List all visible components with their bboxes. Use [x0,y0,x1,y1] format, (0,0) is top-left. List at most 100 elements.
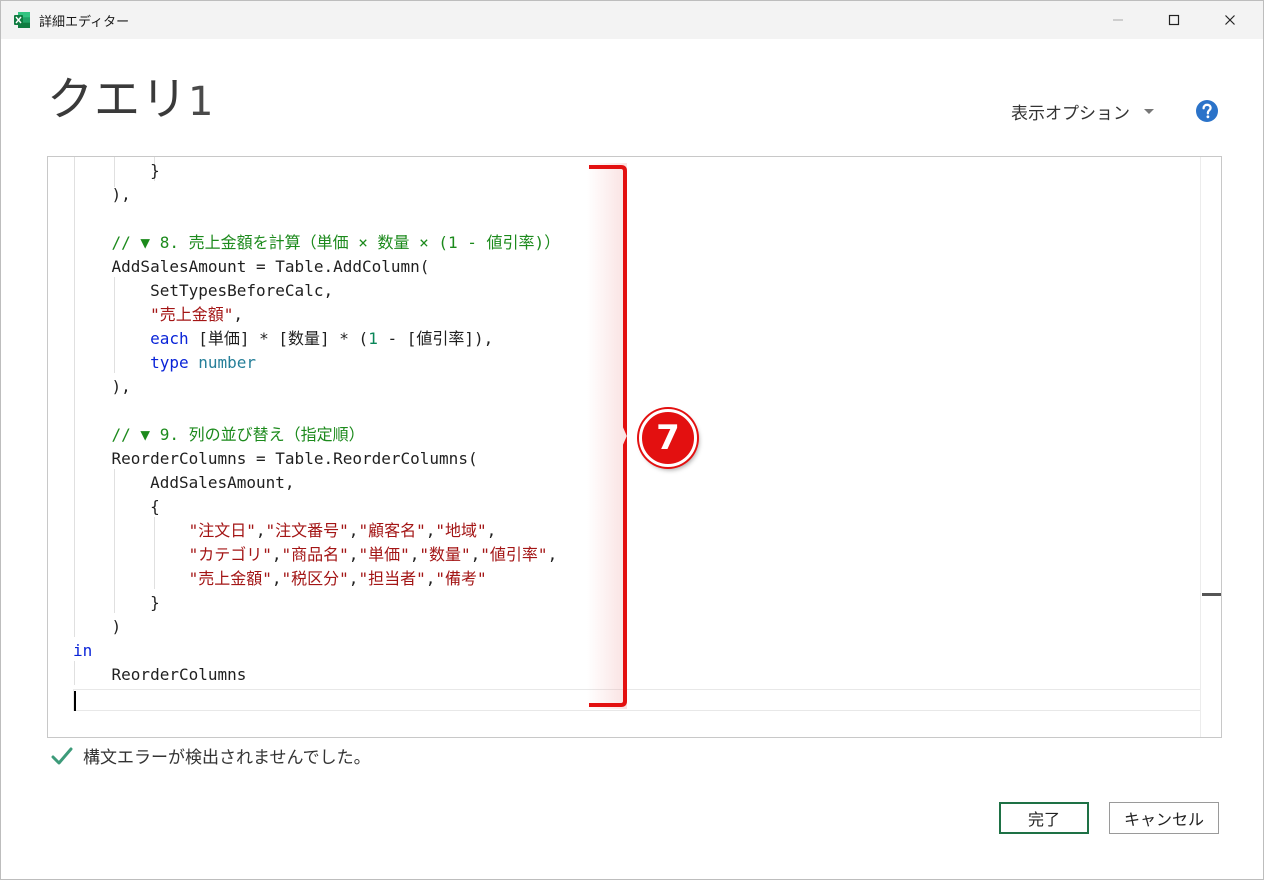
maximize-icon [1168,14,1180,26]
code-token: , [271,545,282,564]
code-token: "注文番号" [265,521,349,540]
code-token: } [150,593,160,612]
maximize-button[interactable] [1151,1,1197,39]
code-line[interactable]: "注文日","注文番号","顧客名","地域", [73,519,560,543]
code-token: ), [111,185,131,204]
code-token: [単価] * [数量] * ( [188,329,369,348]
code-token: , [409,545,420,564]
done-button[interactable]: 完了 [999,802,1089,834]
title-bar[interactable]: 詳細エディター [1,1,1263,39]
query-title-number: 1 [188,79,215,125]
code-line[interactable]: } [73,159,560,183]
code-token: "カテゴリ" [188,545,272,564]
code-line[interactable]: "売上金額", [73,303,560,327]
code-token: AddSalesAmount, [150,473,295,492]
display-options-dropdown[interactable]: 表示オプション [1011,99,1154,124]
code-token: in [73,641,93,660]
code-token: "単価" [358,545,410,564]
vertical-scrollbar[interactable] [1200,157,1221,737]
code-token: , [547,545,558,564]
code-line[interactable]: each [単価] * [数量] * (1 - [値引率]), [73,327,560,351]
code-token: , [470,545,481,564]
annotation-bracket [589,165,627,707]
code-line[interactable]: AddSalesAmount, [73,471,560,495]
close-icon [1225,15,1235,25]
code-line[interactable]: "カテゴリ","商品名","単価","数量","値引率", [73,543,560,567]
code-token: ) [111,617,122,636]
syntax-status: 構文エラーが検出されませんでした。 [51,743,371,768]
code-line[interactable]: ReorderColumns [73,663,560,687]
code-line[interactable]: // ▼ 8. 売上金額を計算（単価 × 数量 × (1 - 値引率)） [73,231,561,255]
code-line[interactable]: // ▼ 9. 列の並び替え（指定順） [73,423,560,447]
code-token: "地域" [435,521,487,540]
code-token: - [値引率]), [377,329,494,348]
cancel-button[interactable]: キャンセル [1109,802,1219,834]
code-line[interactable]: "売上金額","税区分","担当者","備考" [73,567,560,591]
code-token: } [150,161,160,180]
checkmark-icon [51,747,73,764]
code-token: ReorderColumns = Table.ReorderColumns( [111,449,478,468]
current-line-highlight [73,689,1219,711]
syntax-status-message: 構文エラーが検出されませんでした。 [83,748,371,768]
code-token: "担当者" [358,569,426,588]
code-token: SetTypesBeforeCalc, [150,281,334,300]
code-line[interactable]: in [73,639,560,663]
code-token: , [425,521,436,540]
code-token: , [425,569,436,588]
help-icon[interactable] [1195,99,1219,123]
code-token: "顧客名" [358,521,426,540]
code-line[interactable]: ReorderColumns = Table.ReorderColumns( [73,447,560,471]
code-line[interactable]: AddSalesAmount = Table.AddColumn( [73,255,560,279]
code-token: // ▼ 8. 売上金額を計算（単価 × 数量 × (1 - 値引率)） [111,233,561,252]
display-options-label: 表示オプション [1011,104,1130,124]
code-token: // ▼ 9. 列の並び替え（指定順） [111,425,365,444]
scrollbar-position-marker[interactable] [1202,593,1221,596]
code-line[interactable]: type number [73,351,560,375]
code-token: ReorderColumns [111,665,247,684]
code-token: type [150,353,189,372]
code-content[interactable]: } ), // ▼ 8. 売上金額を計算（単価 × 数量 × (1 - 値引率)… [73,159,560,711]
code-line[interactable]: } [73,591,560,615]
code-token: "値引率" [480,545,548,564]
code-token: , [486,521,497,540]
code-token: each [150,329,189,348]
advanced-editor-window: 詳細エディター クエリ1 表示オプション } ), // ▼ 8. 売上金額を計… [0,0,1264,880]
minimize-icon [1113,19,1123,21]
close-button[interactable] [1207,1,1253,39]
code-line[interactable]: ) [73,615,560,639]
code-line[interactable] [73,399,560,423]
minimize-button[interactable] [1095,1,1141,39]
code-token: number [198,353,257,372]
window-title: 詳細エディター [39,15,130,30]
code-token: , [255,521,266,540]
code-line[interactable]: { [73,495,560,519]
annotation-number-marker: 7 [639,409,697,467]
text-cursor [74,691,76,711]
code-token: "商品名" [281,545,349,564]
code-line[interactable]: ), [73,375,560,399]
code-line[interactable] [73,207,560,231]
code-line[interactable]: ), [73,183,560,207]
code-token: , [271,569,282,588]
code-line[interactable]: SetTypesBeforeCalc, [73,279,560,303]
code-editor[interactable]: } ), // ▼ 8. 売上金額を計算（単価 × 数量 × (1 - 値引率)… [47,156,1222,738]
code-token: "税区分" [281,569,349,588]
